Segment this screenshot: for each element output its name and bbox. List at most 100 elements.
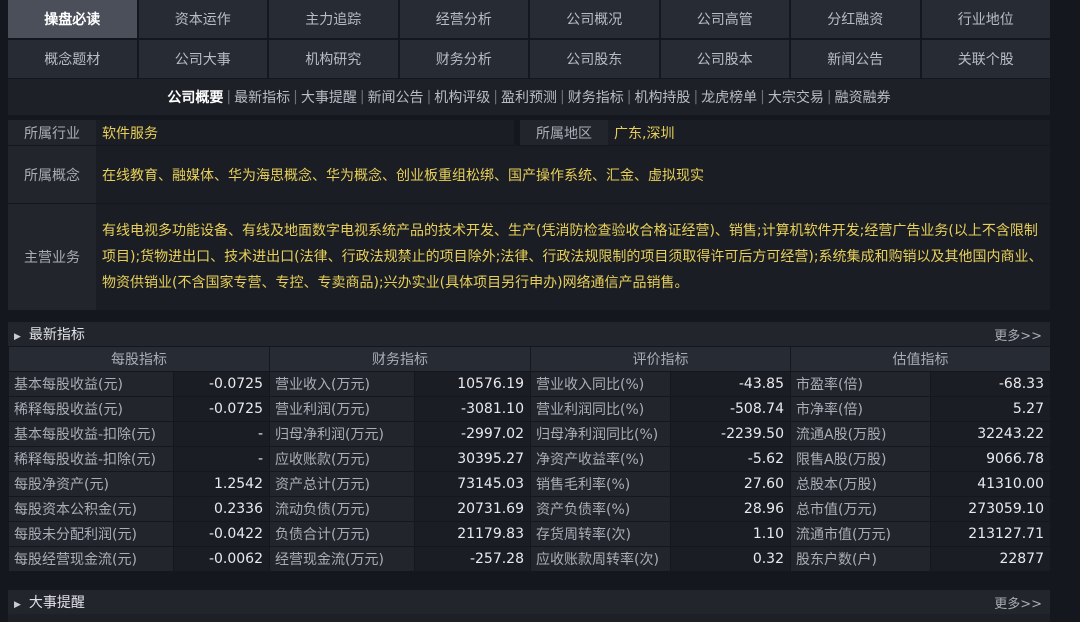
region-label: 所属地区 — [520, 120, 608, 145]
concept-value: 在线教育、融媒体、华为海思概念、华为概念、创业板重组松绑、国产操作系统、汇金、虚… — [96, 146, 1050, 203]
major-events-title[interactable]: ▶ 大事提醒 — [8, 592, 85, 612]
subtab-separator: | — [359, 89, 365, 105]
table-row: 基本每股收益(元) -0.0725 营业收入(万元) 10576.19 营业收入同比(%… — [8, 371, 1051, 397]
indicator-value: 5.27 — [930, 396, 1051, 422]
subtab-financial-indicators[interactable]: 财务指标 — [568, 87, 624, 107]
indicator-value: 22877 — [930, 546, 1051, 572]
major-events-more-link[interactable]: 更多>> — [994, 593, 1050, 612]
major-events-header: ▶ 大事提醒 更多>> — [8, 590, 1050, 614]
subtab-institutional-holdings[interactable]: 机构持股 — [634, 87, 690, 107]
subtab-separator: | — [493, 89, 498, 105]
table-row: 稀释每股收益(元) -0.0725 营业利润(万元) -3081.10 营业利润同比(%… — [8, 396, 1051, 422]
indicator-label: 归母净利润(万元) — [269, 421, 415, 447]
indicator-value: -508.74 — [670, 396, 791, 422]
indicator-value: 213127.71 — [930, 521, 1051, 547]
subtab-forecast[interactable]: 盈利预测 — [501, 87, 557, 107]
indicator-value: -0.0725 — [173, 396, 270, 422]
indicator-value: -0.0725 — [173, 371, 270, 397]
indicator-value: 21179.83 — [414, 521, 531, 547]
table-row: 稀释每股收益-扣除(元) - 应收账款(万元) 30395.27 净资产收益率(%) -5… — [8, 446, 1051, 472]
indicator-value: - — [173, 446, 270, 472]
subtab-summary[interactable]: 公司概要 — [167, 87, 223, 107]
events-table-top — [8, 614, 1050, 622]
business-value: 有线电视多功能设备、有线及地面数字电视系统产品的技术开发、生产(凭消防检查验收合… — [96, 204, 1050, 310]
indicator-value: -5.62 — [670, 446, 791, 472]
nav-tab-trading-guide[interactable]: 操盘必读 — [8, 0, 137, 38]
nav-tab-executives[interactable]: 公司高管 — [660, 0, 789, 38]
indicator-label: 应收账款周转率(次) — [530, 546, 671, 572]
indicator-label: 稀释每股收益-扣除(元) — [8, 446, 174, 472]
subtab-block-trades[interactable]: 大宗交易 — [768, 87, 824, 107]
indicator-label: 稀释每股收益(元) — [8, 396, 174, 422]
latest-indicators-more-link[interactable]: 更多>> — [994, 325, 1050, 344]
subtab-ratings[interactable]: 机构评级 — [434, 87, 490, 107]
nav-tab-shareholders[interactable]: 公司股东 — [530, 40, 659, 78]
nav-tab-industry-position[interactable]: 行业地位 — [921, 0, 1050, 38]
nav-tab-news-announcements[interactable]: 新闻公告 — [791, 40, 920, 78]
latest-indicators-title-text: 最新指标 — [28, 327, 85, 343]
indicators-header-row: 每股指标 财务指标 评价指标 估值指标 — [8, 346, 1051, 372]
nav-tab-capital-operation[interactable]: 资本运作 — [138, 0, 267, 38]
indicator-label: 市盈率(倍) — [790, 371, 931, 397]
indicator-value: 30395.27 — [414, 446, 531, 472]
indicator-value: 1.10 — [670, 521, 791, 547]
indicator-label: 经营现金流(万元) — [269, 546, 415, 572]
subtab-separator: | — [560, 89, 565, 105]
indicator-value: 273059.10 — [930, 496, 1051, 522]
nav-tab-concept-themes[interactable]: 概念题材 — [8, 40, 137, 78]
header-evaluation: 评价指标 — [530, 346, 791, 372]
nav-tab-company-overview[interactable]: 公司概况 — [530, 0, 659, 38]
indicator-value: 0.2336 — [173, 496, 270, 522]
major-events-title-text: 大事提醒 — [28, 595, 85, 611]
indicator-label: 营业收入同比(%) — [530, 371, 671, 397]
table-row: 每股经营现金流(元) -0.0062 经营现金流(万元) -257.28 应收账款周转率… — [8, 546, 1051, 572]
nav-tab-company-events[interactable]: 公司大事 — [138, 40, 267, 78]
subtab-news[interactable]: 新闻公告 — [368, 87, 424, 107]
indicator-value: 10576.19 — [414, 371, 531, 397]
expand-triangle-icon: ▶ — [14, 332, 21, 342]
header-per-share: 每股指标 — [8, 346, 270, 372]
subtab-major-events[interactable]: 大事提醒 — [301, 87, 357, 107]
nav-tab-institutional-research[interactable]: 机构研究 — [269, 40, 398, 78]
indicator-value: 9066.78 — [930, 446, 1051, 472]
subtab-latest-indicators[interactable]: 最新指标 — [234, 87, 290, 107]
table-row: 每股资本公积金(元) 0.2336 流动负债(万元) 20731.69 资产负债率(%)… — [8, 496, 1051, 522]
indicator-label: 股东户数(户) — [790, 546, 931, 572]
indicator-label: 销售毛利率(%) — [530, 471, 671, 497]
indicator-label: 基本每股收益-扣除(元) — [8, 421, 174, 447]
indicator-label: 应收账款(万元) — [269, 446, 415, 472]
indicators-table: 每股指标 财务指标 评价指标 估值指标 基本每股收益(元) -0.0725 营业收入… — [8, 346, 1051, 572]
indicator-value: -0.0062 — [173, 546, 270, 572]
subtab-separator: | — [626, 89, 632, 105]
indicator-label: 营业利润(万元) — [269, 396, 415, 422]
table-row: 每股净资产(元) 1.2542 资产总计(万元) 73145.03 销售毛利率(%) 27… — [8, 471, 1051, 497]
header-valuation: 估值指标 — [790, 346, 1051, 372]
latest-indicators-title[interactable]: ▶ 最新指标 — [8, 324, 85, 344]
indicator-label: 资产总计(万元) — [269, 471, 415, 497]
indicator-label: 流通A股(万股) — [790, 421, 931, 447]
indicator-label: 总市值(万元) — [790, 496, 931, 522]
subtab-margin-trading[interactable]: 融资融券 — [835, 87, 891, 107]
nav-tab-dividends-financing[interactable]: 分红融资 — [791, 0, 920, 38]
subtab-separator: | — [693, 89, 699, 105]
top-navigation: 操盘必读 资本运作 主力追踪 经营分析 公司概况 公司高管 分红融资 行业地位 … — [8, 0, 1050, 78]
nav-tab-share-capital[interactable]: 公司股本 — [660, 40, 789, 78]
indicator-label: 流动负债(万元) — [269, 496, 415, 522]
concept-label: 所属概念 — [8, 146, 96, 203]
indicator-label: 资产负债率(%) — [530, 496, 671, 522]
nav-tab-related-stocks[interactable]: 关联个股 — [921, 40, 1050, 78]
nav-tab-financial-analysis[interactable]: 财务分析 — [399, 40, 528, 78]
indicator-value: -43.85 — [670, 371, 791, 397]
indicator-label: 营业利润同比(%) — [530, 396, 671, 422]
indicator-value: 20731.69 — [414, 496, 531, 522]
indicator-value: 0.32 — [670, 546, 791, 572]
nav-tab-business-analysis[interactable]: 经营分析 — [399, 0, 528, 38]
indicator-value: 41310.00 — [930, 471, 1051, 497]
indicator-label: 总股本(万股) — [790, 471, 931, 497]
indicator-label: 每股未分配利润(元) — [8, 521, 174, 547]
header-financial: 财务指标 — [269, 346, 531, 372]
subtab-dragon-tiger[interactable]: 龙虎榜单 — [701, 87, 757, 107]
indicator-label: 限售A股(万股) — [790, 446, 931, 472]
nav-tab-main-force-tracking[interactable]: 主力追踪 — [269, 0, 398, 38]
industry-value: 软件服务 — [96, 120, 514, 145]
